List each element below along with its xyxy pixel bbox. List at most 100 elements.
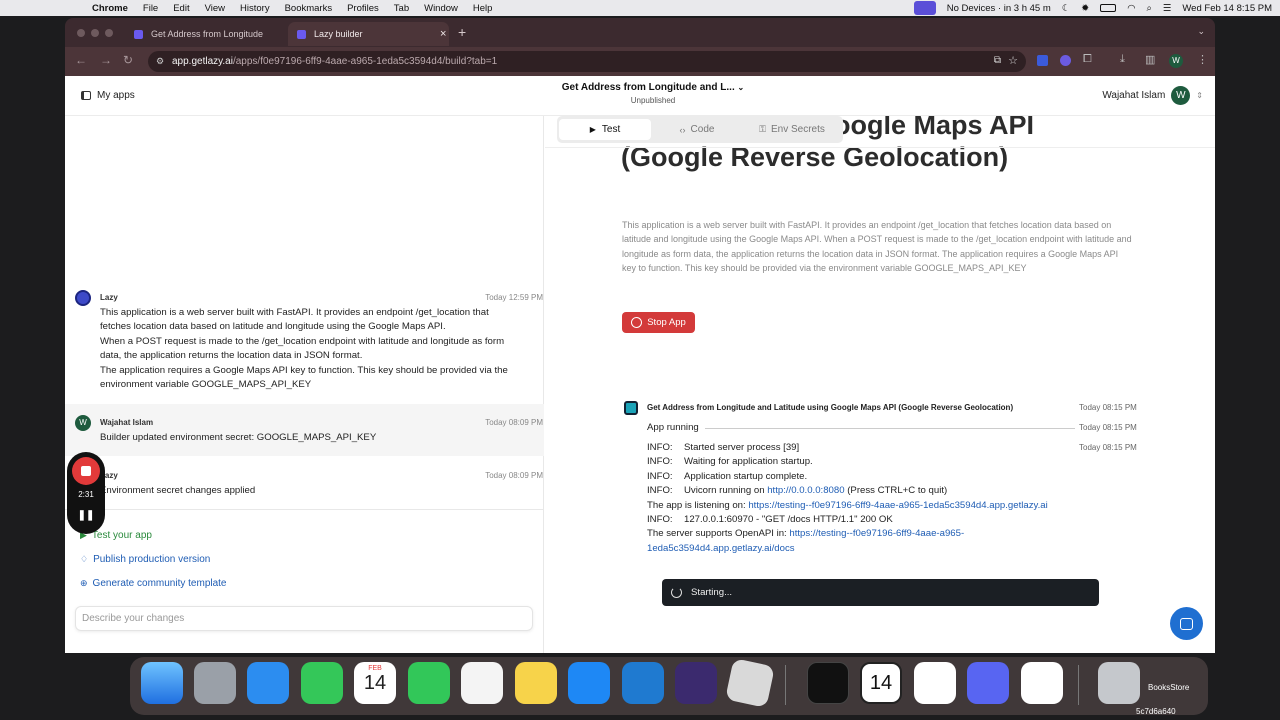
trash-icon[interactable] bbox=[1098, 662, 1140, 704]
battery-icon[interactable] bbox=[1100, 4, 1117, 12]
calendar-14-icon[interactable]: 14 bbox=[860, 662, 902, 704]
launchpad-icon[interactable] bbox=[194, 662, 236, 704]
download-icon[interactable]: ⤓ bbox=[1120, 53, 1125, 66]
facetime-icon[interactable] bbox=[408, 662, 450, 704]
install-icon[interactable]: ⧉ bbox=[994, 55, 1001, 66]
chat-input[interactable]: Describe your changes bbox=[75, 606, 533, 631]
close-tab-icon[interactable]: × bbox=[440, 28, 446, 40]
control-center-icon[interactable]: ☰ bbox=[1163, 3, 1172, 14]
new-tab-icon[interactable]: + bbox=[458, 24, 466, 40]
address-bar[interactable]: ⚙ app.getlazy.ai/apps/f0e97196-6ff9-4aae… bbox=[148, 51, 1026, 72]
chat-message-highlight bbox=[65, 404, 544, 456]
brightness-icon[interactable]: ✹ bbox=[1081, 3, 1089, 14]
menu-history[interactable]: History bbox=[240, 3, 270, 14]
profile-avatar[interactable]: W bbox=[1169, 54, 1183, 68]
play-icon: ▶ bbox=[589, 125, 596, 134]
messages-icon[interactable] bbox=[301, 662, 343, 704]
publish-action[interactable]: ♢ Publish production version bbox=[80, 554, 210, 565]
extensions-puzzle-icon[interactable]: ⧠ bbox=[1083, 53, 1092, 66]
menu-window[interactable]: Window bbox=[424, 3, 458, 14]
more-menu-icon[interactable]: ⋮ bbox=[1197, 53, 1208, 66]
tab-favicon-icon bbox=[134, 29, 143, 39]
safari-icon[interactable] bbox=[247, 662, 289, 704]
calendar-month: FEB bbox=[368, 665, 382, 672]
screen-mirror-icon[interactable] bbox=[913, 1, 936, 15]
side-panel-icon[interactable]: ▥ bbox=[1145, 53, 1155, 66]
finder-icon[interactable] bbox=[141, 662, 183, 704]
recording-time: 2:31 bbox=[78, 490, 94, 499]
roblox-icon[interactable] bbox=[725, 658, 775, 708]
message-line: The application requires a Google Maps A… bbox=[100, 364, 508, 376]
pause-icon[interactable]: ❚❚ bbox=[67, 510, 105, 521]
user-menu[interactable]: Wajahat Islam W ⇕ bbox=[1102, 86, 1203, 105]
action-label: Generate community template bbox=[92, 578, 227, 589]
tab-get-address[interactable]: Get Address from Longitude bbox=[125, 22, 285, 46]
log-time: Today 08:15 PM bbox=[1079, 403, 1137, 412]
menu-edit[interactable]: Edit bbox=[173, 3, 189, 14]
extension-icon[interactable] bbox=[1060, 55, 1071, 66]
community-template-action[interactable]: ⊕ Generate community template bbox=[80, 578, 227, 589]
forward-icon[interactable]: → bbox=[100, 53, 112, 67]
tab-test[interactable]: ▶ Test bbox=[559, 119, 651, 140]
app-status: Unpublished bbox=[630, 96, 676, 105]
app-store-icon[interactable] bbox=[568, 662, 610, 704]
menu-help[interactable]: Help bbox=[473, 3, 493, 14]
stop-app-button[interactable]: Stop App bbox=[622, 312, 695, 333]
books-store-label: BooksStore bbox=[1148, 683, 1190, 692]
search-icon[interactable]: ⌕ bbox=[1147, 3, 1152, 14]
chat-bubble-icon bbox=[1180, 617, 1193, 630]
moon-icon[interactable]: ☾ bbox=[1062, 3, 1071, 14]
calendar-icon[interactable]: FEB 14 bbox=[354, 662, 396, 704]
log-line: INFO: Uvicorn running on http://0.0.0.0:8… bbox=[647, 484, 1077, 498]
url-path: /apps/f0e97196-6ff9-4aae-a965-1eda5c3594… bbox=[232, 56, 498, 67]
menu-file[interactable]: File bbox=[143, 3, 158, 14]
bookmark-star-icon[interactable]: ☆ bbox=[1008, 54, 1018, 67]
starting-text: Starting... bbox=[691, 587, 733, 598]
menu-app-name[interactable]: Chrome bbox=[92, 3, 128, 14]
action-label: Test your app bbox=[91, 530, 152, 541]
stop-recording-button[interactable] bbox=[72, 457, 100, 485]
app-title-dropdown[interactable]: Get Address from Longitude and L... ⌄ Un… bbox=[533, 82, 773, 105]
close-window-icon[interactable] bbox=[77, 29, 85, 37]
menu-tab[interactable]: Tab bbox=[394, 3, 409, 14]
menu-bookmarks[interactable]: Bookmarks bbox=[285, 3, 333, 14]
bell-icon: ♢ bbox=[80, 554, 89, 564]
message-time: Today 12:59 PM bbox=[485, 293, 543, 302]
menubar-clock[interactable]: Wed Feb 14 8:15 PM bbox=[1182, 3, 1272, 14]
tempo-icon[interactable] bbox=[914, 662, 956, 704]
tab-search-chevron-icon[interactable]: ⌄ bbox=[1197, 26, 1205, 37]
back-icon[interactable]: ← bbox=[75, 53, 87, 67]
app-log-icon bbox=[624, 401, 638, 415]
divider bbox=[545, 147, 1215, 148]
tab-env-secrets[interactable]: ⚿ Env Secrets bbox=[743, 119, 841, 140]
activity-monitor-icon[interactable] bbox=[807, 662, 849, 704]
tab-code[interactable]: ‹› Code bbox=[651, 119, 743, 140]
maximize-window-icon[interactable] bbox=[105, 29, 113, 37]
tab-title: Lazy builder bbox=[314, 29, 363, 39]
minimize-window-icon[interactable] bbox=[91, 29, 99, 37]
browser-toolbar: ← → ↻ ⚙ app.getlazy.ai/apps/f0e97196-6ff… bbox=[65, 47, 1215, 76]
docs-url-link[interactable]: https://testing--f0e97196-6ff9-4aae-a965… bbox=[789, 528, 964, 539]
discord-icon[interactable] bbox=[967, 662, 1009, 704]
devices-status[interactable]: No Devices · in 3 h 45 m bbox=[947, 3, 1051, 14]
reload-icon[interactable]: ↻ bbox=[123, 53, 133, 67]
menu-view[interactable]: View bbox=[205, 3, 225, 14]
my-apps-button[interactable]: My apps bbox=[81, 90, 135, 101]
notes-icon[interactable] bbox=[515, 662, 557, 704]
chrome-icon[interactable] bbox=[1021, 662, 1063, 704]
dock-divider bbox=[1078, 665, 1079, 705]
app-url-link[interactable]: https://testing--f0e97196-6ff9-4aae-a965… bbox=[748, 500, 1047, 511]
obsidian-icon[interactable] bbox=[675, 662, 717, 704]
menu-profiles[interactable]: Profiles bbox=[347, 3, 379, 14]
site-info-icon[interactable]: ⚙ bbox=[156, 56, 164, 67]
chevron-down-icon: ⌄ bbox=[737, 83, 745, 92]
local-url-link[interactable]: http://0.0.0.0:8080 bbox=[767, 485, 844, 496]
wifi-icon[interactable]: ◠ bbox=[1127, 3, 1135, 14]
vscode-icon[interactable] bbox=[622, 662, 664, 704]
extension-icon[interactable] bbox=[1037, 55, 1048, 66]
chat-support-button[interactable] bbox=[1170, 607, 1203, 640]
my-apps-label: My apps bbox=[97, 90, 135, 101]
reminders-icon[interactable] bbox=[461, 662, 503, 704]
docs-url-link[interactable]: 1eda5c3594d4.app.getlazy.ai/docs bbox=[647, 543, 795, 554]
tab-lazy-builder[interactable]: Lazy builder × bbox=[288, 22, 449, 46]
